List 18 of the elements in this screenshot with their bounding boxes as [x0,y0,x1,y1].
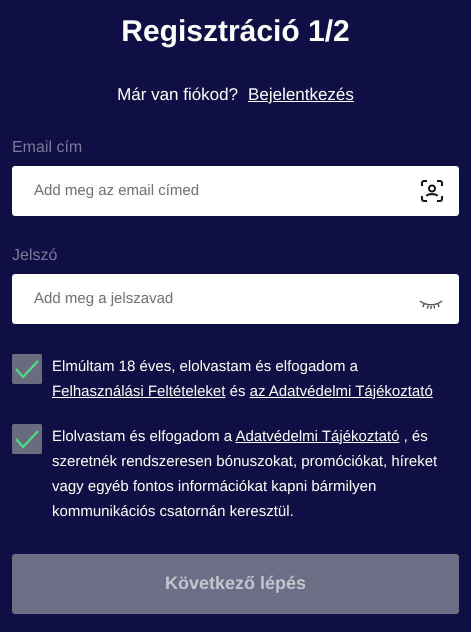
terms-link[interactable]: Felhasználási Feltételeket [52,382,226,400]
checkbox[interactable] [12,354,42,384]
consent-text: Elmúltam 18 éves, elolvastam és elfogadom a Felhasználási Feltételeket és az Adatvédelmi Tájékoztató [52,356,434,402]
field-label: Email cím [12,138,84,158]
check-icon [14,428,40,448]
terms-link[interactable]: Adatvédelmi Tájékoztató [235,428,400,444]
field-label: Jelszó [12,246,58,266]
email-field[interactable]: Add meg az email címed [12,166,459,216]
checkbox[interactable] [12,424,42,454]
closed-eye-icon[interactable] [419,298,443,308]
login-link[interactable]: Bejelentkezés [248,82,354,108]
consent-text: Elolvastam és elfogadom a Adatvédelmi Tájékoztató , és szeretnék rendszeresen bónuszokat, promóciókat, híreket vagy egyéb fontos információkat kapni bármilyen kommunikációs csatornán keresztül. [52,426,438,522]
terms-link[interactable]: az Adatvédelmi Tájékoztató [250,382,433,400]
page-title: Regisztráció 1/2 [120,14,351,50]
face-scan-icon[interactable] [421,180,443,202]
login-prompt: Már van fiókod? [117,84,238,106]
check-icon [14,358,40,378]
password-field[interactable]: Add meg a jelszavad [12,274,459,324]
